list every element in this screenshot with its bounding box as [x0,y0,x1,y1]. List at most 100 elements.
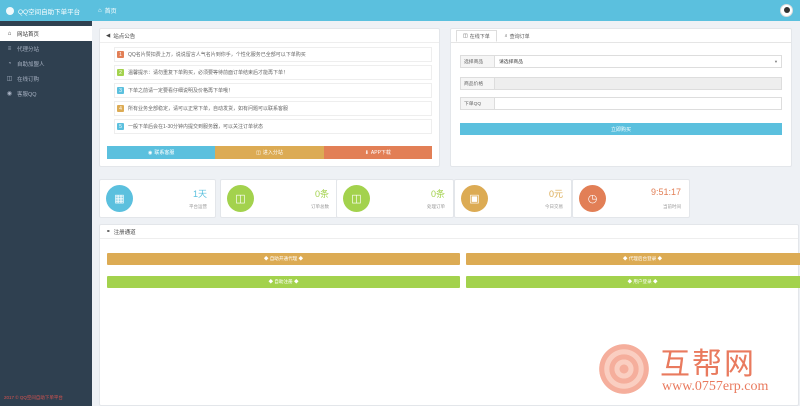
tab-1[interactable]: ⌕ 查询订单 [499,30,536,42]
home-icon: ⌂ [98,7,102,14]
shortcuts-title: 注册通道 [113,229,136,236]
cart-icon: ◫ [227,185,254,212]
stat-label: 当前时间 [663,204,681,209]
sidebar-item-3[interactable]: ◫ 在线订购 [0,71,92,86]
stat-value: 0条 [430,189,445,199]
app-title: QQ空间自助下单平台 [18,8,81,16]
sidebar-item-1[interactable]: ≡ 代理分站 [0,41,92,56]
list-icon: ≡ [7,45,12,52]
tab-label: 在线下单 [469,33,490,40]
stat-card: ◫ 0条订单总数 [220,179,338,218]
home-icon: ⌂ [7,30,12,37]
sidebar-item-label: 在线订购 [17,76,40,83]
stat-card: ◫ 0条 处理订单 [336,179,454,218]
brand[interactable]: QQ空间自助下单平台 [0,0,98,21]
tab-label: 查询订单 [509,33,530,40]
top-bar: QQ空间自助下单平台 ⌂ 首页 [0,0,800,21]
notice-button-label: 进入分站 [262,150,283,156]
product-label: 选择商品 [460,55,495,68]
notice-number-badge: 4 [117,105,124,112]
notice-text: 下单之前请一定要看仔细说明及价格再下单哦！ [128,88,234,94]
notice-button-label: 联系客服 [154,150,175,156]
cart-icon: ◫ [256,149,261,156]
cart-icon: ◫ [463,33,468,39]
logo-icon [6,6,14,15]
order-panel: ◫ 在线下单 ⌕ 查询订单 选择商品 请选择商品 ▼ 商品价格 下单QQ 立即购买 [450,28,792,167]
watermark-text: 互帮网 [660,347,756,382]
download-icon: ⬇ [364,149,369,156]
notice-panel: ◀ 站点公告 1 QQ名片赞扣费上万，说说留言人气名片到你手，个性化服务已全部可以… [99,28,440,167]
notice-button-1[interactable]: ◫ 进入分站 [215,146,324,159]
user-icon: ◉ [147,149,153,156]
qq-input[interactable] [495,97,782,110]
notice-text: QQ名片赞扣费上万，说说留言人气名片到你手，个性化服务已全部可以下单购买 [128,52,306,58]
calendar-icon: ▦ [106,185,133,212]
notice-number-badge: 3 [117,87,124,94]
sidebar-footer: 2017 © QQ空间自助下单平台 [4,395,63,400]
stat-value: 0条 [314,189,329,199]
sidebar-item-label: 客服QQ [17,91,37,98]
sidebar-item-label: 代理分站 [17,46,40,53]
qq-row[interactable]: 下单QQ [460,97,782,110]
stat-value: 1天 [192,189,207,199]
watermark-url: www.0757erp.com [662,379,769,394]
notice-header: ◀ 站点公告 [100,29,439,43]
notice-text: 温馨提示：请勿重复下单购买，必须要等待前面订单结束后才能再下单！ [128,70,289,76]
sidebar-item-label: 网站首页 [17,31,40,38]
chevron-down-icon: ▼ [774,59,778,64]
notice-text: 所有业务全部稳定，请可以正常下单，自动发货，如有问题可以联系客服 [128,106,289,112]
shortcut-button-2[interactable]: ◆ 自助注册 ◆ [107,276,460,288]
shortcut-button-1[interactable]: ◆ 代理后台登录 ◆ [466,253,800,265]
notice-list: 1 QQ名片赞扣费上万，说说留言人气名片到你手，个性化服务已全部可以下单购买 2 温馨… [100,43,439,134]
watermark-logo [594,339,654,399]
qq-icon: ◉ [6,91,13,97]
sidebar-item-2[interactable]: ◔ 自助加盟人 [0,56,92,71]
buy-now-button[interactable]: 立即购买 [460,123,782,135]
stat-label: 平台运营 [189,204,207,209]
notice-button-row: ◉ 联系客服 ◫ 进入分站 ⬇ APP下载 [107,146,432,159]
stat-label: 订单总数 [311,204,329,209]
shortcut-button-0[interactable]: ◆ 自助开通代理 ◆ [107,253,460,265]
stat-value: 9:51:17 [650,187,681,197]
notice-number-badge: 5 [117,123,124,130]
user-icon: ◔ [7,60,12,67]
notice-item: 3 下单之前请一定要看仔细说明及价格再下单哦！ [114,83,432,98]
notice-item: 2 温馨提示：请勿重复下单购买，必须要等待前面订单结束后才能再下单！ [114,65,432,80]
notice-item: 1 QQ名片赞扣费上万，说说留言人气名片到你手，个性化服务已全部可以下单购买 [114,47,432,62]
avatar[interactable] [780,4,793,17]
watermark: 互帮网 www.0757erp.com [590,335,795,405]
product-select-value: 请选择商品 [499,60,523,65]
notice-number-badge: 2 [117,69,124,76]
notice-button-label: APP下载 [370,150,391,156]
shortcut-button-3[interactable]: ◆ 用户登录 ◆ [466,276,800,288]
cart-icon: ◫ [6,76,13,82]
notice-button-2[interactable]: ⬇ APP下载 [323,146,432,159]
product-select[interactable]: 请选择商品 ▼ [495,55,782,68]
product-select-row[interactable]: 选择商品 请选择商品 ▼ [460,55,782,68]
notice-text: 一般下单后会在1-30分钟内提交到服务器，可以关注订单状态 [128,124,264,130]
stat-label: 今日交易 [545,204,563,209]
stat-card: ▣ 0元今日交易 [454,179,572,218]
price-label: 商品价格 [460,77,495,90]
bullhorn-icon: ◀ [106,32,111,39]
search-icon: ⌕ [504,33,508,39]
order-tabs: ◫ 在线下单 ⌕ 查询订单 [451,29,791,43]
sidebar-item-0[interactable]: ⌂ 网站首页 [0,26,92,41]
stat-card: ▦ 1天平台运营 [99,179,216,218]
clock-icon: ◷ [579,185,606,212]
tab-0[interactable]: ◫ 在线下单 [456,30,497,42]
price-field [495,77,782,90]
sidebar-item-4[interactable]: ◉ 客服QQ [0,86,92,101]
sidebar: ⌂ 网站首页 ≡ 代理分站 ◔ 自助加盟人 ◫ 在线订购 ◉ 客服QQ 2017 © QQ空间自助… [0,21,92,406]
stat-label: 处理订单 [427,204,445,209]
stat-value: 0元 [548,189,563,199]
notice-number-badge: 1 [117,51,124,58]
link-icon: ⚭ [106,228,111,235]
notice-item: 4 所有业务全部稳定，请可以正常下单，自动发货，如有问题可以联系客服 [114,101,432,116]
notice-item: 5 一般下单后会在1-30分钟内提交到服务器，可以关注订单状态 [114,119,432,134]
money-icon: ▣ [461,185,488,212]
notice-button-0[interactable]: ◉ 联系客服 [107,146,216,159]
header-home-link[interactable]: ⌂ 首页 [98,6,117,16]
notice-title: 站点公告 [113,33,136,40]
sidebar-item-label: 自助加盟人 [17,61,45,68]
